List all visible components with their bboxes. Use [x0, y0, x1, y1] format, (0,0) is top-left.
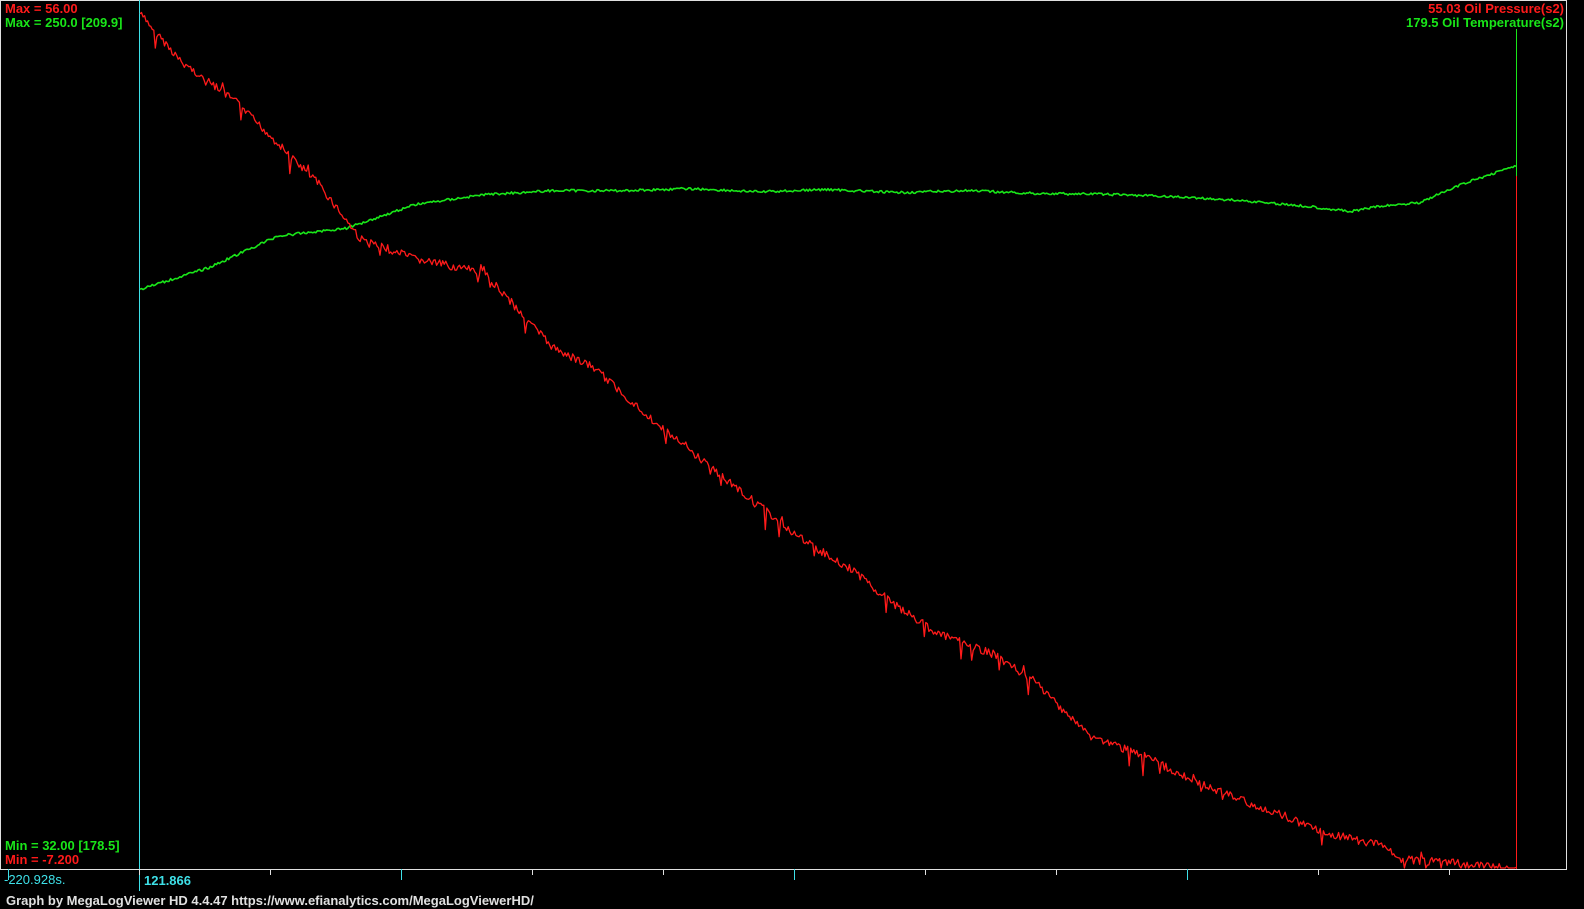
plot-background	[0, 0, 1584, 909]
time-offset-label: -220.928s.	[4, 872, 66, 887]
max-pressure-label: Max = 56.00	[5, 1, 78, 16]
footer-bar: Graph by MegaLogViewer HD 4.4.47 https:/…	[0, 891, 1584, 909]
min-pressure-label: Min = -7.200	[5, 852, 80, 867]
footer-credit[interactable]: Graph by MegaLogViewer HD 4.4.47 https:/…	[6, 893, 534, 908]
cursor-time-label: 121.866	[144, 873, 191, 888]
min-temperature-label: Min = 32.00 [178.5]	[5, 838, 120, 853]
max-temperature-label: Max = 250.0 [209.9]	[5, 15, 123, 30]
temperature-readout: 179.5 Oil Temperature(s2)	[1406, 15, 1564, 30]
log-graph[interactable]	[0, 0, 1584, 909]
pressure-readout: 55.03 Oil Pressure(s2)	[1428, 1, 1564, 16]
